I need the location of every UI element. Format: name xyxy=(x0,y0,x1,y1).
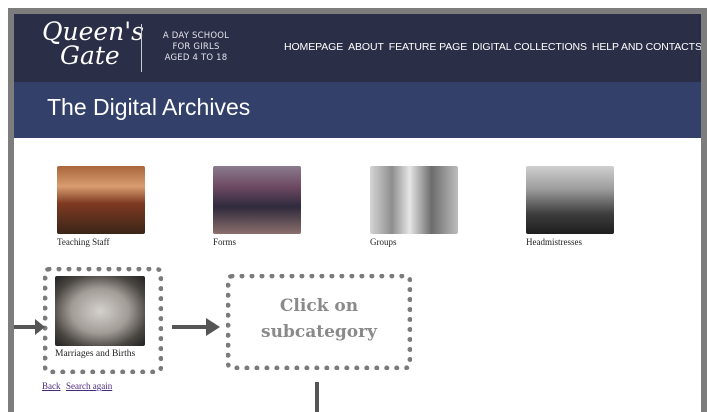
arrow-left-icon xyxy=(14,319,45,335)
nav-help-and-contacts[interactable]: HELP AND CONTACTS xyxy=(592,41,701,53)
forms-photo[interactable] xyxy=(213,166,301,234)
browser-frame: Queen's Gate A DAY SCHOOL FOR GIRLS AGED… xyxy=(8,8,707,412)
callout-line: Click on xyxy=(279,296,359,316)
tagline-line: AGED 4 TO 18 xyxy=(164,53,228,63)
school-logo[interactable]: Queen's Gate xyxy=(42,19,144,70)
category-label[interactable]: Forms xyxy=(213,237,301,247)
search-again-link[interactable]: Search again xyxy=(66,381,112,391)
category-label[interactable]: Teaching Staff xyxy=(57,237,145,247)
logo-divider xyxy=(141,24,142,72)
category-groups[interactable]: Groups xyxy=(370,166,458,247)
marriages-photo[interactable] xyxy=(55,276,145,346)
headmistresses-photo[interactable] xyxy=(526,166,614,234)
callout-box: Click on subcategory xyxy=(226,274,412,370)
nav-digital-collections[interactable]: DIGITAL COLLECTIONS xyxy=(472,41,587,53)
nav-homepage[interactable]: HOMEPAGE xyxy=(284,41,343,53)
arrow-right-icon xyxy=(172,318,220,336)
logo-text-line2: Gate xyxy=(60,41,120,70)
category-marriages-and-births[interactable]: Marriages and Births xyxy=(55,276,145,359)
teaching-staff-photo[interactable] xyxy=(57,166,145,234)
arrow-down-line xyxy=(315,382,319,412)
callout-text: Click on subcategory xyxy=(231,293,407,345)
category-headmistresses[interactable]: Headmistresses xyxy=(526,166,614,247)
callout-line: subcategory xyxy=(261,322,377,342)
school-tagline: A DAY SCHOOL FOR GIRLS AGED 4 TO 18 xyxy=(152,31,240,64)
nav-about[interactable]: ABOUT xyxy=(348,41,384,53)
category-label[interactable]: Groups xyxy=(370,237,458,247)
tagline-line: FOR GIRLS xyxy=(172,42,220,52)
groups-photo[interactable] xyxy=(370,166,458,234)
category-teaching-staff[interactable]: Teaching Staff xyxy=(57,166,145,247)
category-label[interactable]: Marriages and Births xyxy=(55,349,145,359)
page-title: The Digital Archives xyxy=(47,94,251,120)
site-header: Queen's Gate A DAY SCHOOL FOR GIRLS AGED… xyxy=(14,14,701,82)
nav-feature-page[interactable]: FEATURE PAGE xyxy=(389,41,467,53)
category-label[interactable]: Headmistresses xyxy=(526,237,614,247)
category-forms[interactable]: Forms xyxy=(213,166,301,247)
main-nav: HOMEPAGE ABOUT FEATURE PAGE DIGITAL COLL… xyxy=(284,41,701,53)
title-bar: The Digital Archives xyxy=(14,82,701,138)
tagline-line: A DAY SCHOOL xyxy=(162,31,230,41)
back-link[interactable]: Back xyxy=(42,381,61,391)
